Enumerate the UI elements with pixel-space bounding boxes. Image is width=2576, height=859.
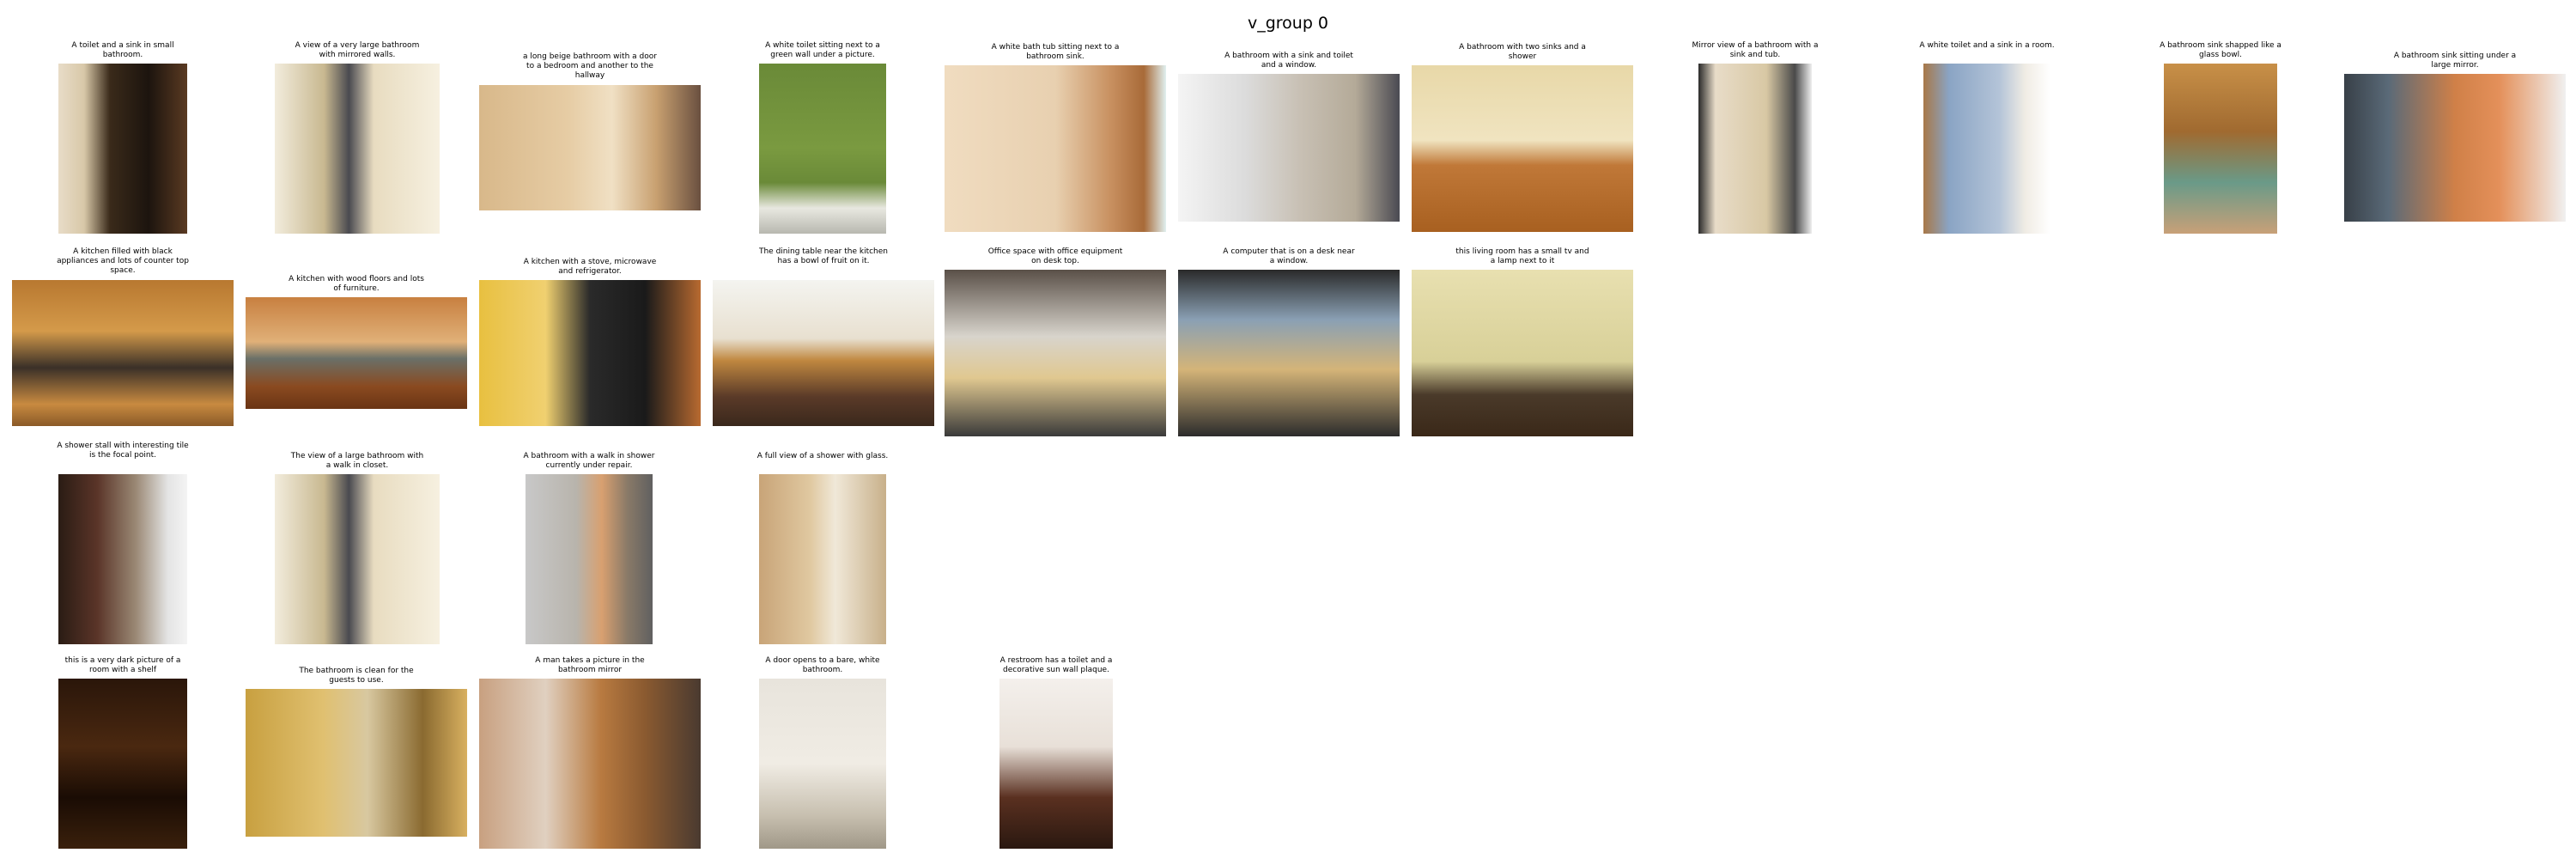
thumbnail-photo [1923,64,2050,234]
thumbnail-photo [2164,64,2277,234]
caption-text: A bathroom sink sitting under a large mi… [2393,52,2517,70]
thumbnail-caption: A man takes a picture in the bathroom mi… [428,656,752,675]
thumbnail-photo [1178,74,1400,222]
thumbnail-caption: A bathroom with two sinks and a shower [1360,43,1685,62]
thumbnail-photo [479,679,701,849]
thumbnail-cell: A door opens to a bare, white bathroom. [759,656,886,849]
caption-text: A white toilet sitting next to a green w… [765,41,880,59]
thumbnail-photo [58,64,187,234]
thumbnail-cell: A bathroom with a walk in shower current… [524,452,654,644]
thumbnail-caption: this living room has a small tv and a la… [1360,247,1685,266]
thumbnail-cell: A bathroom with a sink and toilet and a … [1178,52,1400,222]
caption-text: A bathroom with a sink and toilet and a … [1224,52,1353,70]
thumbnail-photo [1412,65,1633,232]
caption-text: A white toilet and a sink in a room. [1919,41,2055,50]
thumbnail-photo [479,280,701,426]
thumbnail-photo [2344,74,2566,222]
thumbnail-photo [275,64,440,234]
thumbnail-cell: A white toilet sitting next to a green w… [759,41,886,234]
thumbnail-cell: A man takes a picture in the bathroom mi… [479,656,701,849]
thumbnail-cell: A kitchen with wood floors and lots of f… [246,275,467,409]
thumbnail-photo [275,474,440,644]
thumbnail-photo [759,679,886,849]
caption-text: this living room has a small tv and a la… [1455,247,1589,265]
thumbnail-caption: A bathroom with a walk in shower current… [474,452,704,471]
caption-text: A man takes a picture in the bathroom mi… [535,656,645,674]
thumbnail-photo [58,679,187,849]
thumbnail-cell: A toilet and a sink in small bathroom. [58,41,187,234]
caption-text: A shower stall with interesting tile is … [57,442,189,460]
thumbnail-cell: A kitchen filled with black appliances a… [12,247,234,426]
caption-text: Office space with office equipment on de… [987,247,1123,265]
thumbnail-cell: A shower stall with interesting tile is … [57,442,189,644]
thumbnail-cell: The dining table near the kitchen has a … [713,247,934,426]
thumbnail-caption: A toilet and a sink in small bathroom. [7,41,239,60]
thumbnail-cell: Office space with office equipment on de… [945,247,1166,436]
caption-text: A restroom has a toilet and a decorative… [999,656,1113,674]
thumbnail-photo [1412,270,1633,436]
caption-text: A door opens to a bare, white bathroom. [765,656,880,674]
caption-text: A view of a very large bathroom with mir… [295,41,420,59]
thumbnail-cell: this is a very dark picture of a room wi… [58,656,187,849]
thumbnail-photo [759,474,886,644]
caption-text: A kitchen with wood floors and lots of f… [289,275,424,293]
thumbnail-caption: a long beige bathroom with a door to a b… [428,52,752,81]
thumbnail-caption: A shower stall with interesting tile is … [7,442,239,460]
thumbnail-cell: A restroom has a toilet and a decorative… [999,656,1113,849]
thumbnail-photo [58,474,187,644]
thumbnail-caption: A bathroom sink sitting under a large mi… [2293,52,2576,70]
thumbnail-cell: A bathroom sink sitting under a large mi… [2344,52,2566,222]
thumbnail-photo [479,85,701,210]
caption-text: A toilet and a sink in small bathroom. [71,41,174,59]
caption-text: A white bath tub sitting next to a bathr… [991,43,1120,61]
thumbnail-cell: A view of a very large bathroom with mir… [275,41,440,234]
thumbnail-photo [246,297,467,409]
thumbnail-photo [999,679,1113,849]
thumbnail-caption: Mirror view of a bathroom with a sink an… [1647,41,1863,60]
thumbnail-caption: A full view of a shower with glass. [708,452,938,461]
thumbnail-cell: Mirror view of a bathroom with a sink an… [1692,41,1818,234]
thumbnail-caption: A door opens to a bare, white bathroom. [708,656,938,675]
thumbnail-cell: A computer that is on a desk near a wind… [1178,247,1400,436]
thumbnail-photo [945,270,1166,436]
thumbnail-photo [713,280,934,426]
caption-text: The view of a large bathroom with a walk… [290,452,424,470]
thumbnail-photo [246,689,467,837]
thumbnail-caption: A kitchen filled with black appliances a… [0,247,285,276]
caption-text: this is a very dark picture of a room wi… [64,656,181,674]
thumbnail-photo [1178,270,1400,436]
caption-text: The dining table near the kitchen has a … [758,247,889,265]
thumbnail-cell: a long beige bathroom with a door to a b… [479,52,701,210]
caption-text: A kitchen filled with black appliances a… [57,247,189,275]
thumbnail-caption: A restroom has a toilet and a decorative… [948,656,1164,675]
caption-text: A bathroom sink shapped like a glass bow… [2160,41,2281,59]
thumbnail-photo [945,65,1166,232]
caption-text: The bathroom is clean for the guests to … [299,667,414,685]
caption-text: a long beige bathroom with a door to a b… [523,52,657,80]
thumbnail-caption: A kitchen with wood floors and lots of f… [194,275,519,294]
caption-text: A bathroom with a walk in shower current… [523,452,655,470]
thumbnail-cell: A kitchen with a stove, microwave and re… [479,258,701,426]
figure-title: v_group 0 [1247,14,1329,33]
thumbnail-photo [12,280,234,426]
thumbnail-photo [1698,64,1812,234]
thumbnail-cell: The view of a large bathroom with a walk… [275,452,440,644]
thumbnail-caption: The view of a large bathroom with a walk… [223,452,491,471]
caption-text: A kitchen with a stove, microwave and re… [523,258,657,276]
thumbnail-cell: A white bath tub sitting next to a bathr… [945,43,1166,232]
caption-text: A computer that is on a desk near a wind… [1223,247,1355,265]
thumbnail-cell: A white toilet and a sink in a room. [1919,41,2055,234]
thumbnail-cell: A bathroom sink shapped like a glass bow… [2160,41,2281,234]
thumbnail-photo [759,64,886,234]
thumbnail-cell: A bathroom with two sinks and a shower [1412,43,1633,232]
thumbnail-photo [526,474,653,644]
thumbnail-cell: A full view of a shower with glass. [757,452,888,644]
thumbnail-cell: The bathroom is clean for the guests to … [246,667,467,837]
caption-text: A full view of a shower with glass. [756,452,889,460]
caption-text: Mirror view of a bathroom with a sink an… [1692,41,1819,59]
caption-text: A bathroom with two sinks and a shower [1459,43,1586,61]
thumbnail-caption: A white toilet and a sink in a room. [1872,41,2102,51]
thumbnail-cell: this living room has a small tv and a la… [1412,247,1633,436]
